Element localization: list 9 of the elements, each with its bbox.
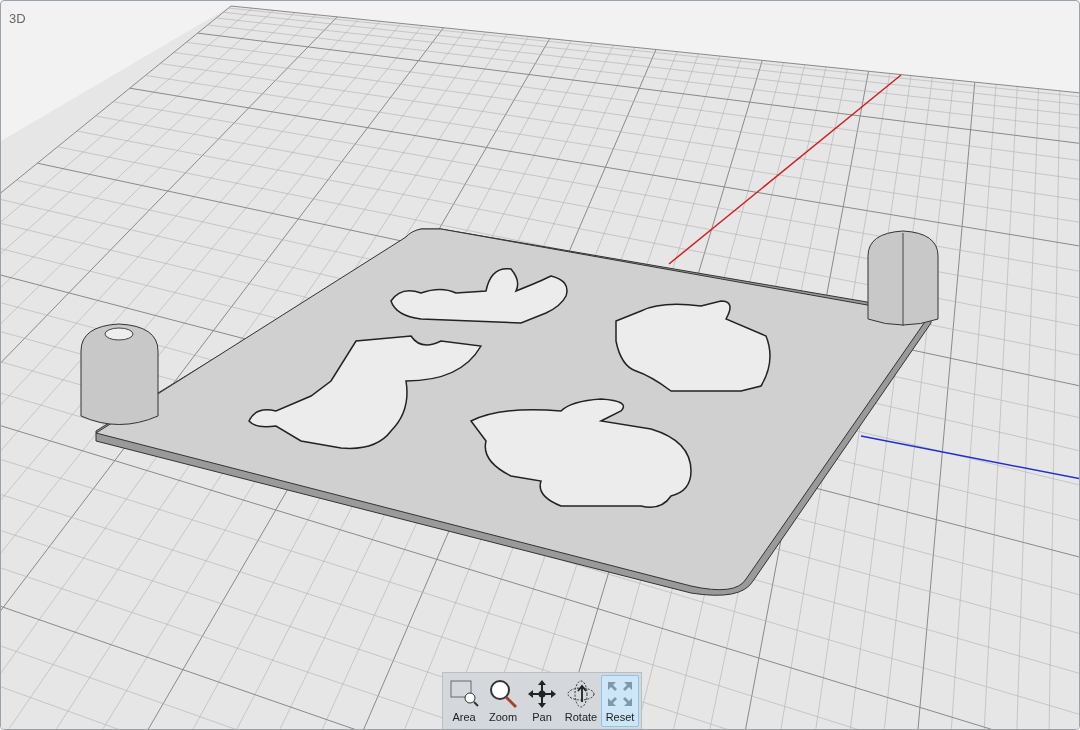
pan-icon bbox=[526, 678, 558, 710]
viewport-label: 3D bbox=[9, 10, 26, 28]
area-tool-button[interactable]: Area bbox=[445, 675, 483, 727]
zoom-icon bbox=[487, 678, 519, 710]
rotate-icon bbox=[565, 678, 597, 710]
rotate-tool-button[interactable]: Rotate bbox=[562, 675, 600, 727]
zoom-tool-button[interactable]: Zoom bbox=[484, 675, 522, 727]
reset-tool-button[interactable]: Reset bbox=[601, 675, 639, 727]
pan-tool-button[interactable]: Pan bbox=[523, 675, 561, 727]
